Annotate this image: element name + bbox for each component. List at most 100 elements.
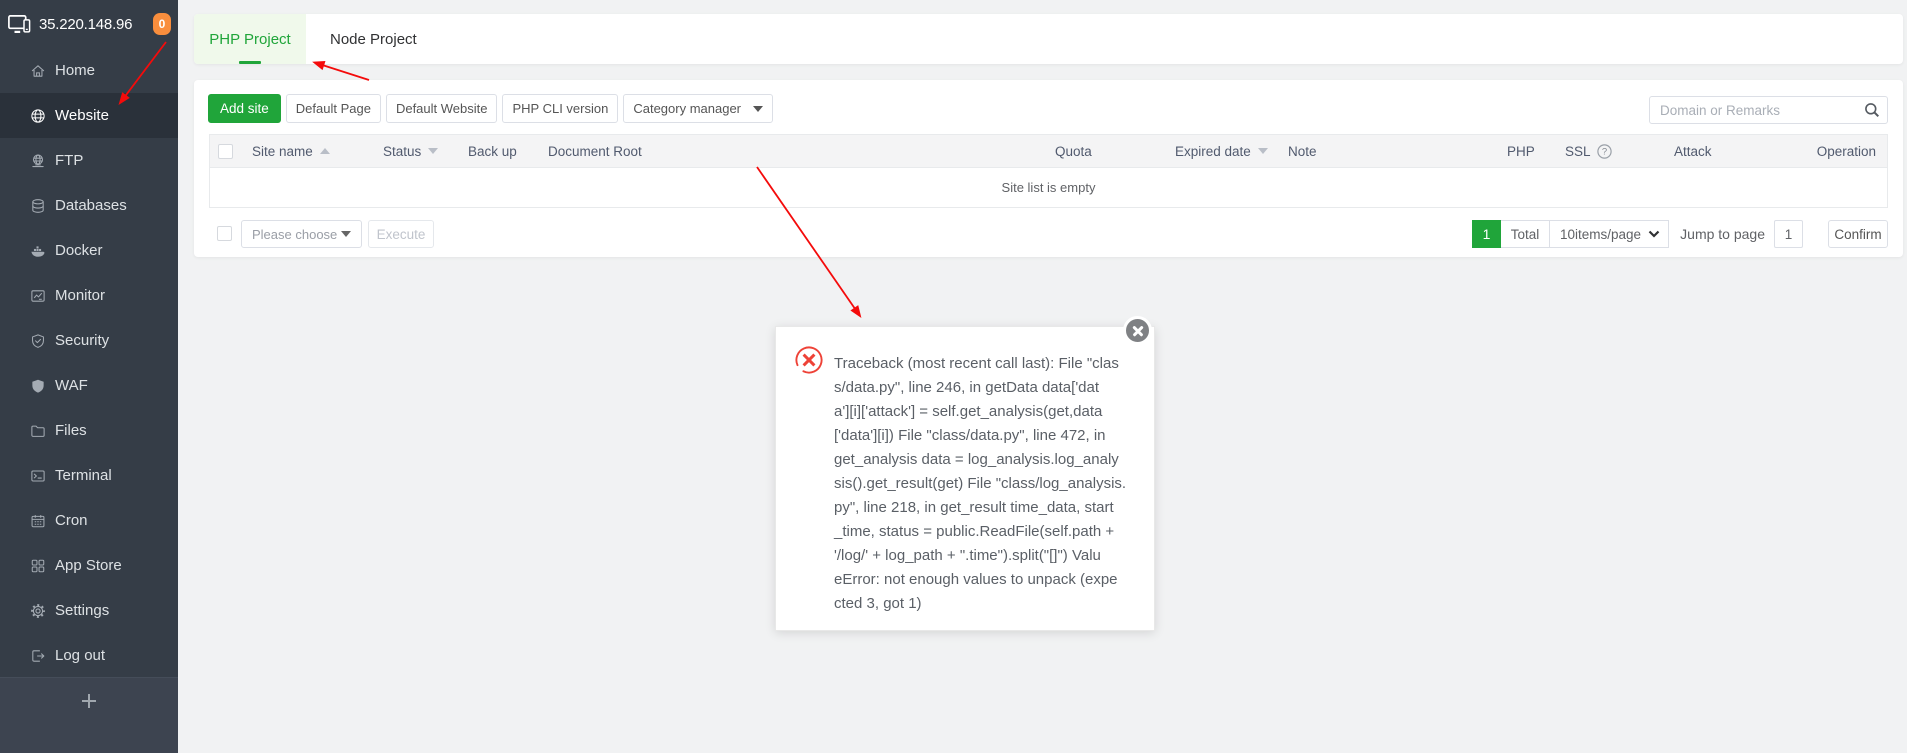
pagination: 1 Total 10items/page <box>1472 220 1669 248</box>
sidebar-item-label: FTP <box>55 152 83 169</box>
globe-icon <box>30 108 46 124</box>
sidebar-item-label: Databases <box>55 197 127 214</box>
sidebar-item-terminal[interactable]: Terminal <box>0 453 178 498</box>
col-attack: Attack <box>1674 135 1712 167</box>
page-size-label: 10items/page <box>1560 227 1641 242</box>
col-status[interactable]: Status <box>383 135 438 167</box>
select-all-checkbox-bottom[interactable] <box>217 226 232 241</box>
docker-icon <box>30 243 46 259</box>
sidebar-item-label: Docker <box>55 242 103 259</box>
filter-down-icon <box>1258 148 1268 154</box>
site-table: Site name Status Back up Document Root Q… <box>209 134 1888 208</box>
sidebar-footer: + <box>0 677 178 753</box>
search-input[interactable] <box>1650 97 1857 123</box>
home-icon <box>30 63 46 79</box>
sidebar-item-label: Home <box>55 62 95 79</box>
col-note: Note <box>1288 135 1317 167</box>
default-page-button[interactable]: Default Page <box>286 94 381 123</box>
sidebar-item-label: Terminal <box>55 467 112 484</box>
col-quota: Quota <box>1055 135 1092 167</box>
sidebar-item-docker[interactable]: Docker <box>0 228 178 273</box>
php-cli-version-button[interactable]: PHP CLI version <box>502 94 618 123</box>
add-menu-button[interactable]: + <box>78 690 100 712</box>
site-panel: Add site Default Page Default Website PH… <box>194 80 1903 257</box>
jump-page-input[interactable]: 1 <box>1774 220 1803 248</box>
sort-asc-icon <box>320 148 330 154</box>
sidebar-item-log-out[interactable]: Log out <box>0 633 178 678</box>
col-backup: Back up <box>468 135 517 167</box>
shield-icon <box>30 378 46 394</box>
grid-icon <box>30 558 46 574</box>
col-expired-date[interactable]: Expired date <box>1175 135 1268 167</box>
main-area: PHP Project Node Project Add site Defaul… <box>178 0 1907 753</box>
default-website-button[interactable]: Default Website <box>386 94 498 123</box>
close-icon[interactable] <box>1123 316 1152 345</box>
sidebar-item-website[interactable]: Website <box>0 93 178 138</box>
terminal-icon <box>30 468 46 484</box>
help-icon[interactable]: ? <box>1597 144 1612 159</box>
sidebar-item-label: Cron <box>55 512 88 529</box>
page-1-button[interactable]: 1 <box>1472 220 1501 248</box>
sidebar-item-monitor[interactable]: Monitor <box>0 273 178 318</box>
server-header: 35.220.148.96 0 <box>0 0 178 48</box>
confirm-button[interactable]: Confirm <box>1828 220 1888 248</box>
category-manager-dropdown[interactable]: Category manager <box>623 94 773 123</box>
tab-node-project[interactable]: Node Project <box>306 14 441 64</box>
category-manager-label: Category manager <box>633 101 741 116</box>
total-label: Total <box>1501 220 1550 248</box>
sidebar-item-app-store[interactable]: App Store <box>0 543 178 588</box>
gear-icon <box>30 603 46 619</box>
sidebar-item-settings[interactable]: Settings <box>0 588 178 633</box>
col-php: PHP <box>1507 135 1535 167</box>
shield-check-icon <box>30 333 46 349</box>
sidebar-item-cron[interactable]: Cron <box>0 498 178 543</box>
project-tabs: PHP Project Node Project <box>194 14 1903 64</box>
batch-placeholder: Please choose <box>252 227 337 242</box>
sidebar-item-security[interactable]: Security <box>0 318 178 363</box>
sidebar-item-label: Files <box>55 422 87 439</box>
page-size-select[interactable]: 10items/page <box>1550 220 1669 248</box>
jump-to-page-label: Jump to page <box>1680 226 1765 242</box>
tab-php-project[interactable]: PHP Project <box>194 14 306 64</box>
notification-badge[interactable]: 0 <box>153 13 171 35</box>
sidebar-nav: Home Website FTP Databases Docker Monitor Secu… <box>0 48 178 678</box>
calendar-icon <box>30 513 46 529</box>
sidebar-item-label: WAF <box>55 377 88 394</box>
table-body: Site list is empty <box>209 168 1888 208</box>
logout-icon <box>30 648 46 664</box>
chevron-down-icon <box>753 106 763 112</box>
select-all-checkbox[interactable] <box>218 135 233 167</box>
sidebar-item-label: Log out <box>55 647 105 664</box>
table-footer: Please choose Execute 1 Total 10items/pa… <box>209 220 1888 248</box>
monitor-icon <box>30 288 46 304</box>
batch-action-select[interactable]: Please choose <box>241 220 362 248</box>
sidebar-item-databases[interactable]: Databases <box>0 183 178 228</box>
sidebar-item-home[interactable]: Home <box>0 48 178 93</box>
error-message: Traceback (most recent call last): File … <box>834 352 1135 616</box>
database-icon <box>30 198 46 214</box>
execute-button[interactable]: Execute <box>368 220 434 248</box>
search-box <box>1649 96 1888 124</box>
devices-icon <box>8 15 31 33</box>
sidebar-item-label: App Store <box>55 557 122 574</box>
col-operation: Operation <box>1817 135 1876 167</box>
table-header: Site name Status Back up Document Root Q… <box>209 134 1888 168</box>
sidebar: 35.220.148.96 0 Home Website FTP Databases D… <box>0 0 178 753</box>
folder-icon <box>30 423 46 439</box>
col-site-name[interactable]: Site name <box>252 135 330 167</box>
sidebar-item-waf[interactable]: WAF <box>0 363 178 408</box>
server-ip: 35.220.148.96 <box>39 16 132 33</box>
error-icon <box>795 346 823 374</box>
sidebar-item-label: Security <box>55 332 109 349</box>
col-ssl: SSL ? <box>1565 135 1612 167</box>
search-icon[interactable] <box>1857 97 1887 123</box>
sidebar-item-files[interactable]: Files <box>0 408 178 453</box>
empty-text: Site list is empty <box>210 168 1887 207</box>
sidebar-item-ftp[interactable]: FTP <box>0 138 178 183</box>
sidebar-item-label: Settings <box>55 602 109 619</box>
chevron-down-icon <box>1648 230 1660 238</box>
chevron-down-icon <box>341 231 351 237</box>
ftp-icon <box>30 153 46 169</box>
add-site-button[interactable]: Add site <box>208 94 281 123</box>
sidebar-item-label: Website <box>55 107 109 124</box>
